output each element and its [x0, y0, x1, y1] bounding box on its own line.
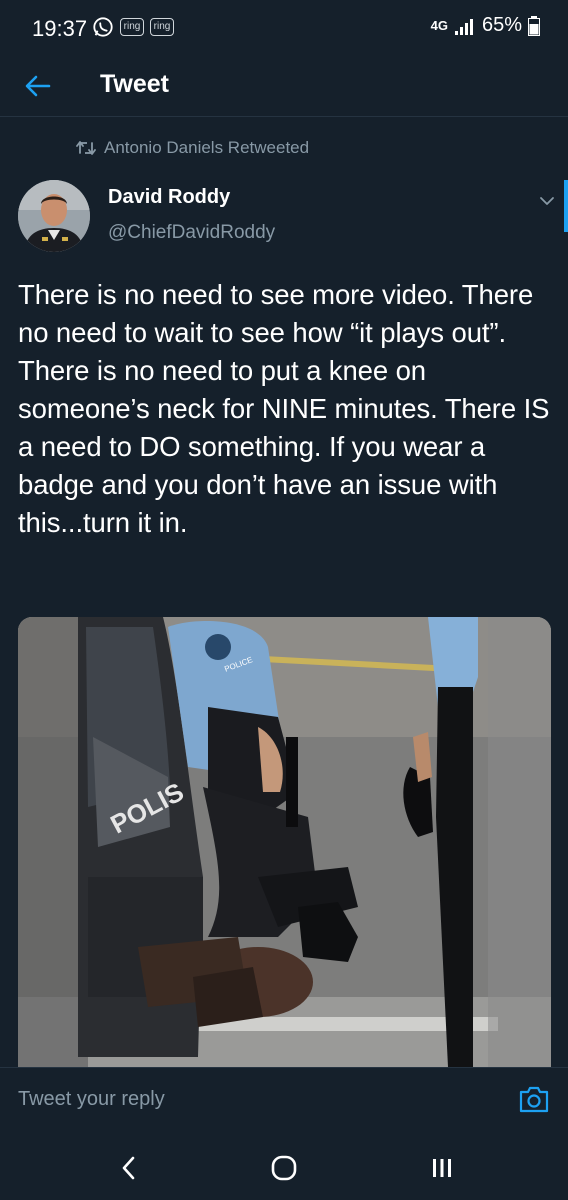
signal-strength-icon [454, 18, 473, 35]
photo-content: POLIS POLICE [18, 617, 551, 1067]
nav-home-button[interactable] [266, 1153, 302, 1183]
camera-icon [519, 1086, 549, 1113]
whatsapp-icon [93, 17, 113, 37]
chevron-down-icon [540, 197, 554, 205]
notification-icons: ring ring [92, 16, 174, 38]
tweet-menu-button[interactable] [536, 190, 558, 212]
scroll-indicator [564, 180, 568, 232]
back-button[interactable] [18, 66, 58, 106]
author-handle[interactable]: @ChiefDavidRoddy [108, 222, 275, 244]
avatar[interactable] [18, 180, 90, 252]
arrow-left-icon [25, 75, 51, 97]
reply-bar: Tweet your reply [0, 1067, 568, 1134]
page-title: Tweet [100, 70, 169, 98]
nav-back-button[interactable] [110, 1153, 146, 1183]
tweet-text: There is no need to see more video. Ther… [18, 279, 550, 538]
status-time: 19:37 [32, 16, 88, 41]
avatar-image [18, 180, 90, 252]
status-bar: 19:37 ring ring 4G 65% [0, 0, 568, 54]
author-name[interactable]: David Roddy [108, 186, 230, 209]
retweet-label: Antonio Daniels Retweeted [104, 138, 310, 157]
retweet-context[interactable]: Antonio Daniels Retweeted [76, 138, 309, 158]
retweet-icon [76, 141, 96, 155]
network-type: 4G [430, 18, 448, 33]
home-circle-icon [271, 1155, 297, 1181]
ring-app-icon-2: ring [150, 18, 174, 36]
recents-icon [433, 1159, 451, 1177]
ring-app-icon: ring [120, 18, 144, 36]
nav-recents-button[interactable] [424, 1153, 460, 1183]
tweet-screen: 19:37 ring ring 4G 65% Tweet Antonio Dan… [0, 0, 568, 1200]
chevron-left-icon [122, 1156, 135, 1180]
camera-button[interactable] [518, 1084, 550, 1114]
battery-icon [528, 15, 540, 36]
reply-input[interactable]: Tweet your reply [18, 1088, 165, 1111]
battery-percent: 65% [481, 14, 522, 36]
tweet-photo[interactable]: POLIS POLICE [18, 617, 551, 1067]
system-status: 4G 65% [431, 14, 540, 37]
top-app-bar: Tweet [0, 54, 568, 117]
system-nav-bar [0, 1133, 568, 1200]
